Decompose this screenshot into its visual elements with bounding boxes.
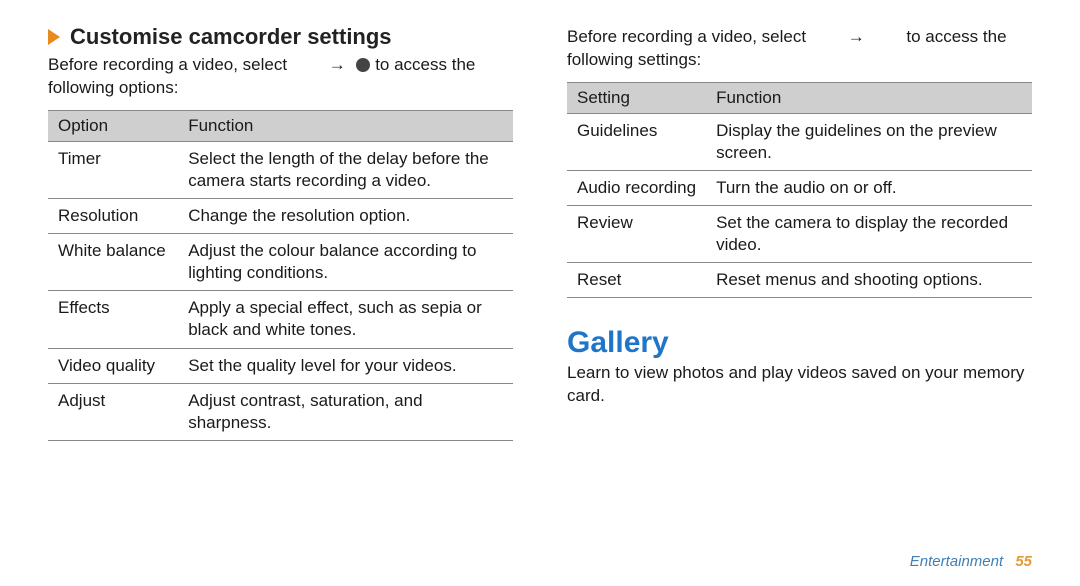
- arrow-icon: →: [842, 26, 871, 49]
- icon-placeholder: [811, 26, 837, 49]
- table-header-row: Option Function: [48, 110, 513, 141]
- arrow-icon: →: [323, 54, 352, 77]
- icon-placeholder: [292, 54, 318, 77]
- options-lead-text: Before recording a video, select → to ac…: [48, 54, 513, 100]
- settings-table: Setting Function Guidelines Display the …: [567, 82, 1032, 299]
- lead-pre: Before recording a video, select: [567, 27, 806, 46]
- table-row: Adjust Adjust contrast, saturation, and …: [48, 383, 513, 440]
- chevron-right-icon: [48, 29, 60, 45]
- options-table: Option Function Timer Select the length …: [48, 110, 513, 441]
- option-name: White balance: [48, 234, 178, 291]
- table-row: Video quality Set the quality level for …: [48, 348, 513, 383]
- col-function: Function: [178, 110, 513, 141]
- table-row: Reset Reset menus and shooting options.: [567, 263, 1032, 298]
- option-desc: Adjust the colour balance according to l…: [178, 234, 513, 291]
- setting-name: Reset: [567, 263, 706, 298]
- section-heading: Customise camcorder settings: [48, 24, 513, 50]
- setting-desc: Reset menus and shooting options.: [706, 263, 1032, 298]
- footer-section: Entertainment: [910, 553, 1003, 570]
- col-setting: Setting: [567, 82, 706, 113]
- page-content: Customise camcorder settings Before reco…: [0, 0, 1080, 441]
- page-number: 55: [1015, 553, 1032, 570]
- option-desc: Adjust contrast, saturation, and sharpne…: [178, 383, 513, 440]
- settings-lead-text: Before recording a video, select → to ac…: [567, 26, 1032, 72]
- table-row: Timer Select the length of the delay bef…: [48, 141, 513, 198]
- right-column: Before recording a video, select → to ac…: [567, 20, 1032, 441]
- table-row: Guidelines Display the guidelines on the…: [567, 113, 1032, 170]
- option-desc: Apply a special effect, such as sepia or…: [178, 291, 513, 348]
- table-row: White balance Adjust the colour balance …: [48, 234, 513, 291]
- setting-name: Review: [567, 206, 706, 263]
- gallery-lead: Learn to view photos and play videos sav…: [567, 362, 1032, 408]
- left-column: Customise camcorder settings Before reco…: [48, 20, 513, 441]
- col-option: Option: [48, 110, 178, 141]
- option-name: Effects: [48, 291, 178, 348]
- setting-desc: Set the camera to display the recorded v…: [706, 206, 1032, 263]
- option-desc: Change the resolution option.: [178, 199, 513, 234]
- table-row: Review Set the camera to display the rec…: [567, 206, 1032, 263]
- setting-desc: Display the guidelines on the preview sc…: [706, 113, 1032, 170]
- col-function: Function: [706, 82, 1032, 113]
- gallery-heading: Gallery: [567, 326, 1032, 360]
- table-row: Audio recording Turn the audio on or off…: [567, 171, 1032, 206]
- option-desc: Select the length of the delay before th…: [178, 141, 513, 198]
- option-name: Resolution: [48, 199, 178, 234]
- table-header-row: Setting Function: [567, 82, 1032, 113]
- setting-name: Guidelines: [567, 113, 706, 170]
- icon-placeholder: [875, 26, 901, 49]
- table-row: Resolution Change the resolution option.: [48, 199, 513, 234]
- setting-desc: Turn the audio on or off.: [706, 171, 1032, 206]
- lead-pre: Before recording a video, select: [48, 55, 287, 74]
- option-desc: Set the quality level for your videos.: [178, 348, 513, 383]
- option-name: Adjust: [48, 383, 178, 440]
- customise-heading: Customise camcorder settings: [70, 24, 392, 50]
- page-footer: Entertainment 55: [910, 553, 1032, 570]
- option-name: Video quality: [48, 348, 178, 383]
- option-name: Timer: [48, 141, 178, 198]
- table-row: Effects Apply a special effect, such as …: [48, 291, 513, 348]
- settings-circle-icon: [356, 58, 370, 72]
- setting-name: Audio recording: [567, 171, 706, 206]
